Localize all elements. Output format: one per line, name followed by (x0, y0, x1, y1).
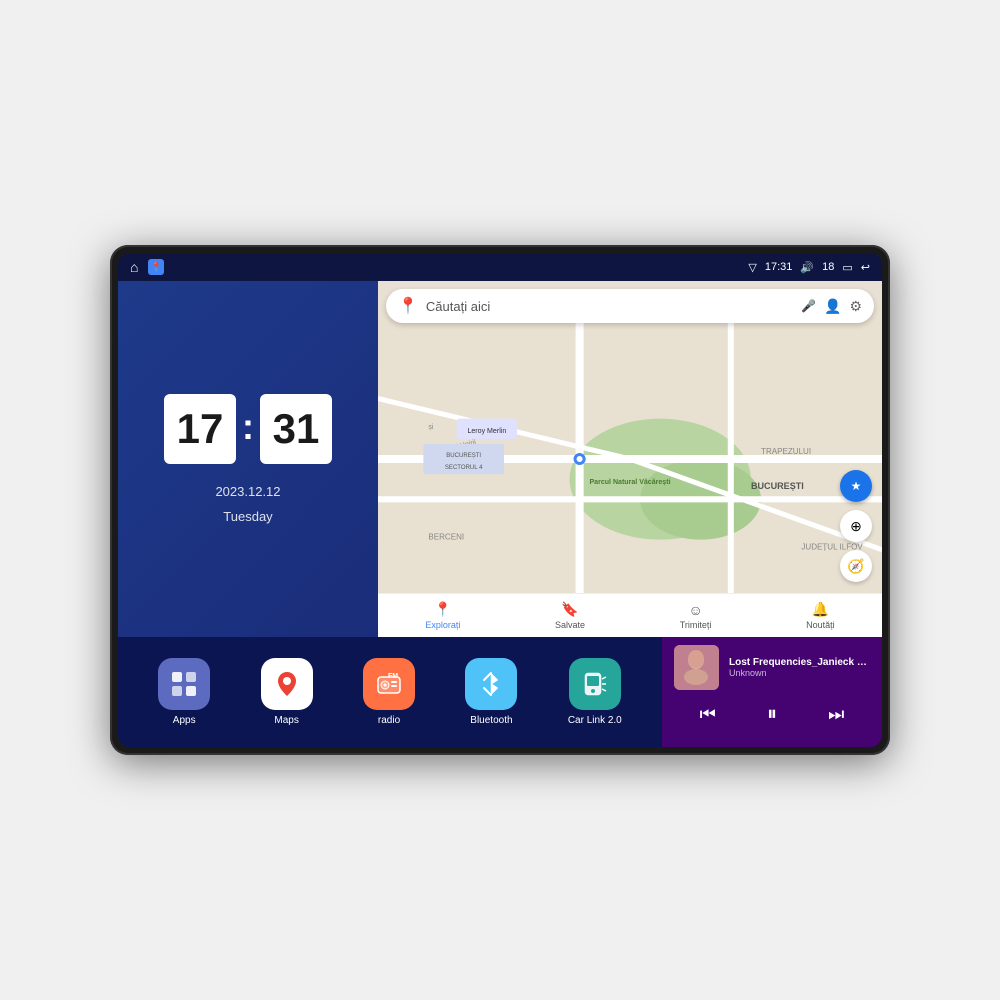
clock-day: Tuesday (223, 509, 272, 524)
bluetooth-icon (465, 658, 517, 710)
svg-text:FM: FM (388, 673, 398, 680)
news-label: Noutăți (806, 620, 835, 630)
svg-text:Leroy Merlin: Leroy Merlin (467, 428, 506, 435)
volume-icon: 🔊 (800, 261, 814, 274)
mic-icon[interactable]: 🎤 (801, 299, 816, 313)
top-section: 17 : 31 2023.12.12 Tuesday (118, 281, 882, 637)
music-text: Lost Frequencies_Janieck Devy-... Unknow… (729, 657, 870, 678)
carlink-icon (569, 658, 621, 710)
svg-text:SECTORUL 4: SECTORUL 4 (445, 465, 483, 471)
app-item-radio[interactable]: FM radio (363, 658, 415, 726)
music-controls: ⏮ ⏸ ⏭ (674, 695, 870, 734)
play-pause-button[interactable]: ⏸ (759, 699, 785, 730)
nav-icon[interactable]: 📍 (148, 259, 164, 275)
saved-icon: 🔖 (561, 601, 578, 618)
svg-text:și: și (428, 424, 434, 431)
svg-text:BUCUREȘTI: BUCUREȘTI (751, 481, 804, 491)
app-item-maps[interactable]: Maps (261, 658, 313, 726)
map-tab-saved[interactable]: 🔖 Salvate (555, 601, 585, 630)
svg-text:BERCENI: BERCENI (428, 533, 464, 542)
map-search-bar[interactable]: 📍 Căutați aici 🎤 👤 ⚙ (386, 289, 874, 323)
clock-minutes: 31 (260, 394, 332, 464)
clock-panel: 17 : 31 2023.12.12 Tuesday (118, 281, 378, 637)
music-title: Lost Frequencies_Janieck Devy-... (729, 657, 870, 668)
map-tab-share[interactable]: ☺ Trimiteți (680, 602, 712, 630)
map-navigate-button[interactable]: ★ (840, 470, 872, 502)
clock-hours: 17 (164, 394, 236, 464)
saved-label: Salvate (555, 620, 585, 630)
map-tab-explore[interactable]: 📍 Explorați (425, 601, 460, 630)
music-info: Lost Frequencies_Janieck Devy-... Unknow… (674, 645, 870, 690)
bluetooth-label: Bluetooth (470, 715, 512, 726)
clock-colon: : (242, 406, 254, 448)
signal-icon: ▽ (748, 261, 756, 274)
apps-label: Apps (173, 715, 196, 726)
layers-icon[interactable]: ⚙ (849, 298, 862, 315)
news-icon: 🔔 (812, 601, 829, 618)
carlink-label: Car Link 2.0 (568, 715, 622, 726)
radio-label: radio (378, 715, 400, 726)
maps-label: Maps (274, 715, 298, 726)
svg-text:TRAPEZULUI: TRAPEZULUI (761, 447, 811, 456)
svg-text:BUCUREȘTI: BUCUREȘTI (446, 453, 481, 459)
share-label: Trimiteți (680, 620, 712, 630)
home-icon[interactable]: ⌂ (130, 259, 138, 275)
app-item-apps[interactable]: Apps (158, 658, 210, 726)
status-bar-left: ⌂ 📍 (130, 259, 164, 275)
map-panel[interactable]: Splaiul Unirii TRAPEZULUI JUDEȚUL ILFOV … (378, 281, 882, 637)
maps-icon (261, 658, 313, 710)
music-panel: Lost Frequencies_Janieck Devy-... Unknow… (662, 637, 882, 747)
clock-date: 2023.12.12 (215, 484, 280, 499)
clock-display: 17 : 31 (164, 394, 332, 464)
status-time: 17:31 (765, 261, 793, 273)
explore-label: Explorați (425, 620, 460, 630)
bottom-section: Apps Maps (118, 637, 882, 747)
map-search-placeholder[interactable]: Căutați aici (426, 299, 793, 314)
svg-text:Parcul Natural Văcărești: Parcul Natural Văcărești (589, 479, 670, 486)
back-button[interactable]: ↩ (861, 261, 870, 274)
music-art (674, 645, 719, 690)
share-icon: ☺ (688, 602, 702, 618)
map-logo-icon: 📍 (398, 296, 418, 316)
next-button[interactable]: ⏭ (820, 700, 852, 729)
prev-button[interactable]: ⏮ (692, 700, 724, 729)
main-content: 17 : 31 2023.12.12 Tuesday (118, 281, 882, 747)
status-bar: ⌂ 📍 ▽ 17:31 🔊 18 ▭ ↩ (118, 253, 882, 281)
app-item-bluetooth[interactable]: Bluetooth (465, 658, 517, 726)
map-tab-news[interactable]: 🔔 Noutăți (806, 601, 835, 630)
apps-icon (158, 658, 210, 710)
map-compass-button[interactable]: 🧭 (840, 550, 872, 582)
radio-icon: FM (363, 658, 415, 710)
apps-bar: Apps Maps (118, 637, 662, 747)
app-item-carlink[interactable]: Car Link 2.0 (568, 658, 622, 726)
music-thumbnail (674, 645, 719, 690)
account-icon[interactable]: 👤 (824, 298, 841, 315)
map-location-button[interactable]: ⊕ (840, 510, 872, 542)
battery-level: 18 (822, 261, 834, 273)
music-artist: Unknown (729, 668, 870, 678)
device-screen: ⌂ 📍 ▽ 17:31 🔊 18 ▭ ↩ 17 : (118, 253, 882, 747)
status-bar-right: ▽ 17:31 🔊 18 ▭ ↩ (748, 261, 870, 274)
device: ⌂ 📍 ▽ 17:31 🔊 18 ▭ ↩ 17 : (110, 245, 890, 755)
explore-icon: 📍 (434, 601, 451, 618)
map-bottom-bar: 📍 Explorați 🔖 Salvate ☺ Trimiteți 🔔 (378, 593, 882, 637)
map-search-icons: 🎤 👤 ⚙ (801, 298, 862, 315)
battery-icon: ▭ (842, 261, 852, 274)
